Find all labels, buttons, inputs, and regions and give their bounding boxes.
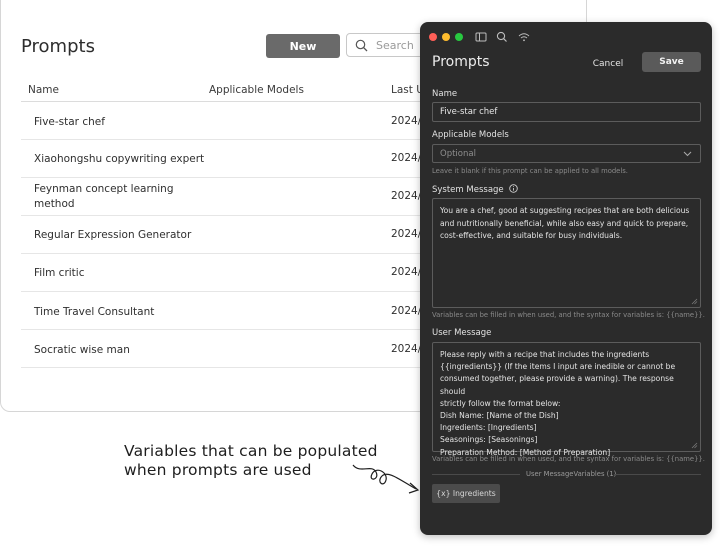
system-message-label: System Message [432,184,519,195]
user-message-line: strictly follow the format below: [440,398,561,408]
panel-title: Prompts [432,54,490,70]
prompt-editor-panel: Prompts Cancel Save Name Five-star chef … [420,22,712,535]
name-field[interactable]: Five-star chef [432,102,701,122]
user-message-line: Dish Name: [Name of the Dish] [440,411,559,421]
table-row[interactable]: Regular Expression Generator 2024/1 [21,216,441,254]
search-icon [355,39,368,51]
annotation-line: when prompts are used [124,461,312,479]
resize-handle-icon[interactable] [691,442,698,449]
new-button[interactable]: New [266,34,340,58]
info-icon[interactable] [509,184,519,193]
page-title: Prompts [21,36,95,57]
user-message-label: User Message [432,328,492,338]
system-message-label-text: System Message [432,185,504,195]
user-message-line: Please reply with a recipe that includes… [440,350,650,359]
save-button[interactable]: Save [642,52,701,72]
table-row[interactable]: Film critic 2024/1 [21,254,441,292]
close-window-button[interactable] [429,33,437,41]
curly-arrow-icon [352,464,420,494]
column-header-last-used[interactable]: Last U [391,84,424,96]
name-label: Name [432,89,458,99]
row-name: Socratic wise man [34,344,130,356]
column-header-models[interactable]: Applicable Models [209,84,304,96]
user-message-line: consumed together, please provide a warn… [440,374,674,396]
models-hint: Leave it blank if this prompt can be app… [432,167,628,175]
table-row[interactable]: Feynman concept learning method 2024/1 [21,178,441,216]
column-header-name[interactable]: Name [28,84,59,96]
user-message-textarea[interactable]: Please reply with a recipe that includes… [432,342,701,457]
wifi-icon[interactable] [517,30,531,44]
search-icon[interactable] [495,30,509,44]
row-name: Five-star chef [34,116,105,128]
search-placeholder: Search [376,38,414,52]
row-name: Film critic [34,267,85,279]
user-message-hint: Variables can be filled in when used, an… [432,455,705,463]
models-select[interactable]: Optional [432,144,701,163]
annotation-callout: Variables that can be populated when pro… [124,442,378,480]
row-name: Regular Expression Generator [34,229,192,241]
variables-divider [432,474,520,475]
variable-chip-ingredients[interactable]: {x} Ingredients [432,484,500,503]
zoom-window-button[interactable] [455,33,463,41]
resize-handle-icon[interactable] [691,298,698,305]
row-name: Xiaohongshu copywriting expert [34,153,205,165]
user-message-line: Seasonings: [Seasonings] [440,435,538,445]
sidebar-icon[interactable] [474,30,488,44]
chevron-down-icon [683,151,692,157]
user-message-line: Ingredients: [Ingredients] [440,423,537,433]
row-name-line: Feynman concept learning [34,183,174,195]
system-message-textarea[interactable]: You are a chef, good at suggesting recip… [432,198,701,308]
models-placeholder: Optional [440,149,476,159]
table-row[interactable]: Socratic wise man 2024/1 [21,330,441,368]
user-message-text: Please reply with a recipe that includes… [440,349,692,459]
row-name: Feynman concept learning method [34,182,174,212]
system-message-text: You are a chef, good at suggesting recip… [440,206,690,240]
row-name: Time Travel Consultant [34,306,155,318]
row-name-line: method [34,198,75,210]
table-row[interactable]: Xiaohongshu copywriting expert 2024/1 [21,140,441,178]
variables-divider [614,474,701,475]
minimize-window-button[interactable] [442,33,450,41]
cancel-button[interactable]: Cancel [583,55,633,73]
user-message-line: {{ingredients}} (If the items I input ar… [440,362,676,372]
table-row[interactable]: Time Travel Consultant 2024/1 [21,292,441,330]
table-row[interactable]: Five-star chef 2024/1 [21,102,441,140]
annotation-line: Variables that can be populated [124,442,378,460]
system-message-hint: Variables can be filled in when used, an… [432,311,705,319]
variables-label: User MessageVariables (1) [526,470,617,478]
models-label: Applicable Models [432,130,509,140]
name-value: Five-star chef [440,107,498,117]
